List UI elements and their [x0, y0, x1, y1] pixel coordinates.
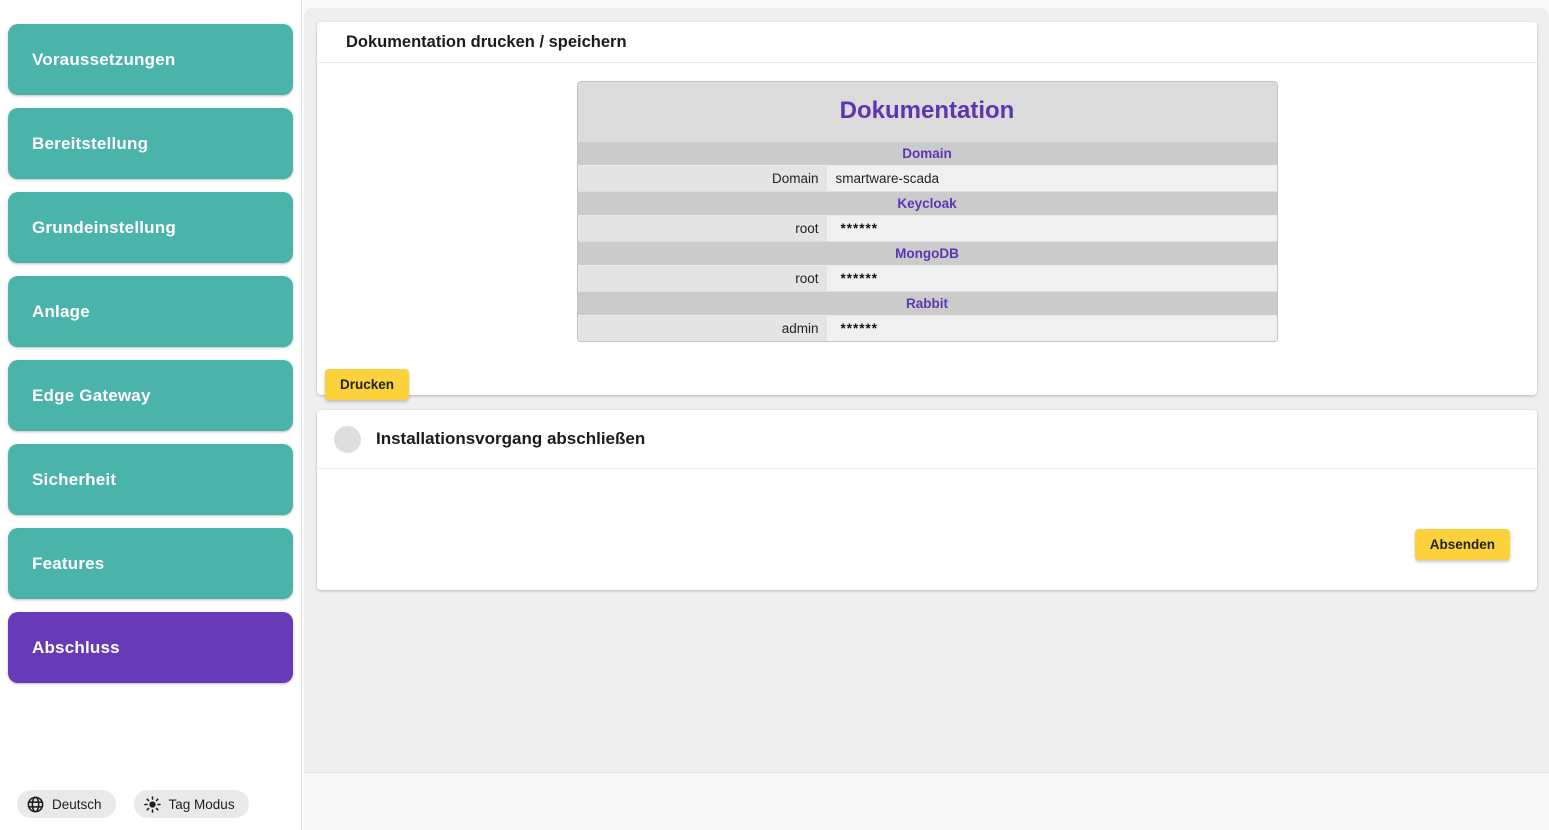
doc-section-domain: Domain	[578, 141, 1277, 165]
step-avatar-circle	[334, 426, 361, 453]
doc-section-mongodb: MongoDB	[578, 241, 1277, 265]
doc-row-label: admin	[578, 316, 827, 341]
doc-row-label: Domain	[578, 166, 827, 191]
doc-row-value-masked: ******	[827, 316, 1277, 341]
theme-mode-button[interactable]: Tag Modus	[134, 790, 249, 818]
doc-row-value-masked: ******	[827, 216, 1277, 241]
doc-section-rabbit: Rabbit	[578, 291, 1277, 315]
doc-section-keycloak: Keycloak	[578, 191, 1277, 215]
sidebar-item-label: Voraussetzungen	[32, 50, 175, 70]
doc-row-value-masked: ******	[827, 266, 1277, 291]
main-footer-strip	[304, 772, 1549, 830]
globe-icon	[26, 795, 45, 814]
doc-row-label: root	[578, 266, 827, 291]
sun-icon	[143, 795, 162, 814]
print-button[interactable]: Drucken	[325, 369, 409, 400]
sidebar-item-label: Bereitstellung	[32, 134, 148, 154]
submit-button[interactable]: Absenden	[1415, 529, 1510, 560]
sidebar-item-label: Anlage	[32, 302, 90, 322]
finish-installation-card: Installationsvorgang abschließen Absende…	[317, 410, 1537, 590]
documentation-print-title: Dokumentation drucken / speichern	[346, 33, 627, 52]
sidebar-item-sicherheit[interactable]: Sicherheit	[8, 444, 293, 515]
documentation-print-card: Dokumentation drucken / speichern Dokume…	[317, 22, 1537, 395]
language-button-label: Deutsch	[52, 797, 102, 812]
sidebar-item-label: Grundeinstellung	[32, 218, 176, 238]
sidebar-item-anlage[interactable]: Anlage	[8, 276, 293, 347]
sidebar-item-edge-gateway[interactable]: Edge Gateway	[8, 360, 293, 431]
main-content-area: Dokumentation drucken / speichern Dokume…	[304, 8, 1549, 772]
table-row: root ******	[578, 265, 1277, 291]
sidebar-footer: Deutsch Tag Modus	[17, 790, 249, 818]
theme-mode-button-label: Tag Modus	[169, 797, 235, 812]
language-button[interactable]: Deutsch	[17, 790, 116, 818]
sidebar-item-grundeinstellung[interactable]: Grundeinstellung	[8, 192, 293, 263]
table-row: root ******	[578, 215, 1277, 241]
documentation-table-title: Dokumentation	[578, 82, 1277, 141]
sidebar-item-abschluss[interactable]: Abschluss	[8, 612, 293, 683]
sidebar-item-features[interactable]: Features	[8, 528, 293, 599]
sidebar-item-bereitstellung[interactable]: Bereitstellung	[8, 108, 293, 179]
documentation-print-card-header: Dokumentation drucken / speichern	[317, 22, 1537, 63]
finish-installation-title: Installationsvorgang abschließen	[376, 429, 645, 449]
table-row: admin ******	[578, 315, 1277, 341]
sidebar-item-label: Sicherheit	[32, 470, 116, 490]
doc-row-label: root	[578, 216, 827, 241]
documentation-table: Dokumentation Domain Domain smartware-sc…	[577, 81, 1278, 342]
sidebar-item-label: Features	[32, 554, 104, 574]
table-row: Domain smartware-scada	[578, 165, 1277, 191]
sidebar-item-label: Abschluss	[32, 638, 120, 658]
sidebar-item-label: Edge Gateway	[32, 386, 151, 406]
wizard-sidebar: Voraussetzungen Bereitstellung Grundeins…	[0, 0, 302, 830]
finish-installation-card-header: Installationsvorgang abschließen	[317, 410, 1537, 469]
sidebar-item-voraussetzungen[interactable]: Voraussetzungen	[8, 24, 293, 95]
doc-row-value: smartware-scada	[827, 166, 1277, 191]
